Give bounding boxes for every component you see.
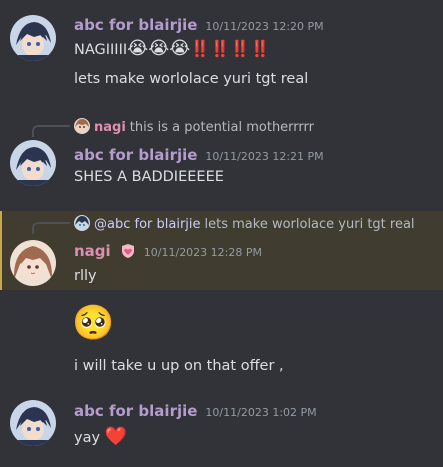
timestamp: 10/11/2023 12:20 PM — [205, 20, 324, 33]
username[interactable]: abc for blairjie — [74, 402, 197, 420]
reply-author[interactable]: nagi — [94, 120, 126, 135]
message-line: SHES A BADDIEEEEE — [74, 169, 224, 185]
emoji-pleading-face: 🥺 — [72, 303, 115, 343]
emoji-bangbang: ‼️ — [250, 39, 270, 58]
timestamp: 10/11/2023 12:28 PM — [143, 246, 262, 259]
message-line: i will take u up on that offer , — [74, 358, 284, 374]
emoji-loudly-crying: 😭 — [169, 38, 191, 59]
emoji-loudly-crying: 😭 — [148, 38, 170, 59]
message-line: NAGIIIII — [74, 42, 128, 58]
message-text: yay ❤️ — [74, 427, 127, 448]
reply-text: lets make worlolace yuri tgt real — [204, 217, 415, 232]
avatar[interactable] — [10, 140, 56, 186]
avatar[interactable] — [10, 400, 56, 446]
heart-shield-icon[interactable] — [120, 243, 136, 263]
reply-spine — [32, 222, 70, 234]
avatar[interactable] — [10, 240, 56, 286]
emoji-bangbang: ‼️ — [210, 39, 231, 58]
reply-preview[interactable]: nagi this is a potential motherrrrr — [74, 118, 314, 135]
reply-text: this is a potential motherrrrr — [129, 120, 314, 135]
username[interactable]: abc for blairjie — [74, 146, 197, 164]
message-line: lets make worlolace yuri tgt real — [74, 71, 309, 87]
timestamp: 10/11/2023 1:02 PM — [205, 406, 317, 419]
timestamp: 10/11/2023 12:21 PM — [205, 150, 324, 163]
emoji-loudly-crying: 😭 — [127, 38, 149, 59]
avatar[interactable] — [10, 15, 56, 61]
message-line: rlly — [74, 268, 97, 284]
message-line: yay — [74, 430, 101, 446]
emoji-bangbang: ‼️ — [190, 39, 211, 58]
reply-mention[interactable]: @abc for blairjie — [94, 217, 201, 232]
emoji-bangbang: ‼️ — [230, 39, 251, 58]
emoji-red-heart: ❤️ — [104, 426, 128, 447]
message-text: NAGIIIII😭😭😭‼️‼️‼️‼️ — [74, 39, 270, 60]
reply-avatar — [74, 118, 90, 134]
reply-preview[interactable]: @abc for blairjie lets make worlolace yur… — [74, 215, 415, 232]
reply-spine — [32, 125, 70, 137]
username[interactable]: nagi — [74, 242, 111, 260]
reply-avatar — [74, 215, 90, 231]
username[interactable]: abc for blairjie — [74, 16, 197, 34]
